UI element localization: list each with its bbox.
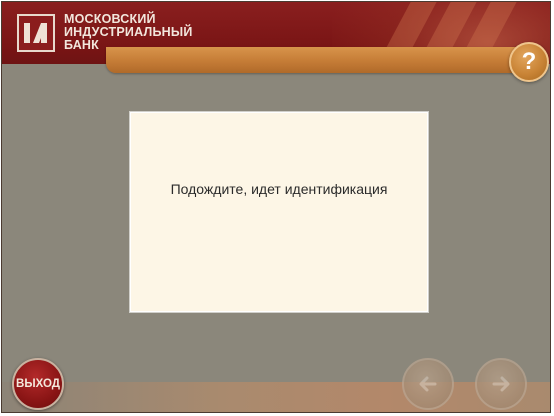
exit-button[interactable]: ВЫХОД [12,358,64,410]
help-button[interactable]: ? [509,42,549,82]
status-bar [106,47,526,73]
exit-label: ВЫХОД [16,378,60,390]
bank-logo-icon [17,14,55,52]
footer-band [2,382,550,412]
back-button[interactable] [402,358,454,410]
help-icon: ? [521,48,537,75]
atm-screen: МОСКОВСКИЙ ИНДУСТРИАЛЬНЫЙ БАНК ? Подожди… [1,1,551,413]
arrow-left-icon [419,376,437,392]
dialog-message: Подождите, идет идентификация [170,181,388,197]
forward-button[interactable] [475,358,527,410]
wait-dialog: Подождите, идет идентификация [130,112,428,312]
arrow-right-icon [492,376,510,392]
